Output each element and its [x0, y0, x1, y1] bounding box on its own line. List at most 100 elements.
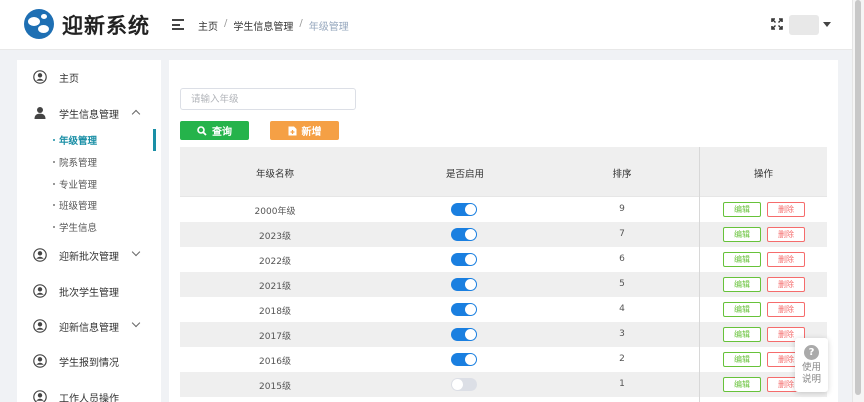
sidebar-item-checkin[interactable]: 学生报到情况	[17, 351, 161, 371]
bullet-dot	[53, 183, 55, 185]
add-file-icon	[288, 126, 296, 135]
sort-cell: 5	[619, 279, 625, 289]
breadcrumb-separator: /	[299, 18, 303, 29]
table-row: 2021级 5 编辑 删除	[180, 272, 827, 297]
grade-name-cell: 2000年级	[254, 207, 296, 217]
user-circle-icon	[33, 70, 47, 84]
enabled-toggle[interactable]	[451, 228, 477, 241]
grade-name-cell: 2016级	[259, 357, 291, 367]
edit-button[interactable]: 编辑	[723, 227, 761, 242]
edit-button[interactable]: 编辑	[723, 277, 761, 292]
sidebar-subitem-student[interactable]: 学生信息	[17, 216, 161, 236]
search-icon	[197, 125, 207, 136]
sort-cell: 7	[619, 229, 625, 239]
scrollbar-thumb[interactable]	[855, 0, 861, 395]
menu-toggle-icon[interactable]	[172, 19, 184, 30]
user-circle-icon	[33, 284, 47, 298]
enabled-toggle[interactable]	[451, 378, 477, 391]
breadcrumb-home[interactable]: 主页	[198, 18, 218, 33]
column-header-enabled: 是否启用	[445, 169, 484, 180]
sidebar-subitem-label: 年级管理	[59, 136, 98, 147]
delete-button[interactable]: 删除	[767, 277, 805, 292]
user-circle-icon	[33, 248, 47, 262]
sidebar-subitem-label: 班级管理	[59, 201, 98, 212]
query-button[interactable]: 查询	[180, 121, 249, 140]
edit-button[interactable]: 编辑	[723, 377, 761, 392]
sidebar: 主页 学生信息管理 年级管理 院系管理 专业管理 班级管理 学生信息 迎新批次管…	[17, 60, 161, 402]
toggle-knob	[452, 379, 463, 390]
user-circle-icon	[33, 390, 47, 402]
sort-cell: 4	[619, 304, 625, 314]
delete-button[interactable]: 删除	[767, 227, 805, 242]
bullet-dot	[53, 226, 55, 228]
grade-name-cell: 2018级	[259, 307, 291, 317]
edit-button[interactable]: 编辑	[723, 302, 761, 317]
add-button[interactable]: 新增	[270, 121, 339, 140]
bullet-dot	[53, 161, 55, 163]
edit-button[interactable]: 编辑	[723, 327, 761, 342]
chevron-up-icon	[131, 109, 141, 119]
delete-button[interactable]: 删除	[767, 302, 805, 317]
sidebar-item-label: 工作人员操作	[59, 394, 119, 402]
edit-button[interactable]: 编辑	[723, 202, 761, 217]
sort-cell: 1	[619, 379, 625, 389]
delete-button[interactable]: 删除	[767, 252, 805, 267]
query-button-label: 查询	[212, 127, 232, 138]
sidebar-subitem-department[interactable]: 院系管理	[17, 151, 161, 171]
enabled-toggle[interactable]	[451, 278, 477, 291]
toggle-knob	[465, 279, 476, 290]
sort-cell: 3	[619, 329, 625, 339]
sort-cell: 2	[619, 354, 625, 364]
sort-cell: 9	[619, 204, 625, 214]
table-row: 2023级 7 编辑 删除	[180, 222, 827, 247]
enabled-toggle[interactable]	[451, 353, 477, 366]
enabled-toggle[interactable]	[451, 303, 477, 316]
sidebar-item-staff[interactable]: 工作人员操作	[17, 387, 161, 402]
add-button-label: 新增	[301, 127, 322, 138]
chevron-down-icon	[131, 318, 141, 328]
sidebar-subitem-grade[interactable]: 年级管理	[17, 129, 161, 151]
sidebar-item-welcome-info[interactable]: 迎新信息管理	[17, 316, 161, 336]
main-panel: 查询 新增 年级名称 是否启用 排序 操作 2000年级9编辑删除2023级7编…	[169, 60, 838, 402]
column-divider	[699, 147, 700, 402]
active-indicator	[153, 129, 156, 151]
delete-button[interactable]: 删除	[767, 202, 805, 217]
edit-button[interactable]: 编辑	[723, 352, 761, 367]
sidebar-subitem-class[interactable]: 班级管理	[17, 194, 161, 214]
sidebar-item-student-info[interactable]: 学生信息管理	[17, 103, 161, 123]
sidebar-item-batch[interactable]: 迎新批次管理	[17, 245, 161, 265]
enabled-toggle[interactable]	[451, 203, 477, 216]
help-widget[interactable]: ? 使用说明	[795, 338, 828, 392]
table-row: 2022级 6 编辑 删除	[180, 247, 827, 272]
table-header: 年级名称 是否启用 排序 操作	[180, 147, 827, 197]
table-row: 2000年级 9 编辑 删除	[180, 197, 827, 222]
sidebar-item-label: 迎新批次管理	[59, 252, 119, 263]
edit-button[interactable]: 编辑	[723, 252, 761, 267]
avatar[interactable]	[789, 15, 819, 35]
sidebar-item-home[interactable]: 主页	[17, 67, 161, 87]
sidebar-item-label: 主页	[59, 74, 79, 85]
table-row: 2018级 4 编辑 删除	[180, 297, 827, 322]
sidebar-subitem-major[interactable]: 专业管理	[17, 173, 161, 193]
table-row: 2016级 2 编辑 删除	[180, 347, 827, 372]
grade-name-cell: 2022级	[259, 257, 291, 267]
grade-name-cell: 2023级	[259, 232, 291, 242]
column-header-actions: 操作	[753, 169, 773, 180]
toggle-knob	[465, 229, 476, 240]
grade-search-input[interactable]	[180, 88, 356, 110]
toggle-knob	[465, 254, 476, 265]
user-dropdown-caret-icon[interactable]	[823, 22, 831, 27]
sidebar-item-batch-students[interactable]: 批次学生管理	[17, 281, 161, 301]
table-row: 2015级 1 编辑 删除	[180, 372, 827, 397]
enabled-toggle[interactable]	[451, 253, 477, 266]
breadcrumb: 主页 / 学生信息管理 / 年级管理	[198, 18, 349, 33]
breadcrumb-student-info[interactable]: 学生信息管理	[233, 18, 293, 33]
enabled-toggle[interactable]	[451, 328, 477, 341]
question-icon: ?	[804, 345, 819, 360]
user-icon	[34, 107, 46, 119]
fullscreen-icon[interactable]	[771, 18, 783, 30]
user-circle-icon	[33, 319, 47, 333]
sidebar-item-label: 迎新信息管理	[59, 323, 119, 334]
sidebar-subitem-label: 专业管理	[59, 180, 98, 191]
sidebar-item-label: 学生信息管理	[59, 110, 119, 121]
